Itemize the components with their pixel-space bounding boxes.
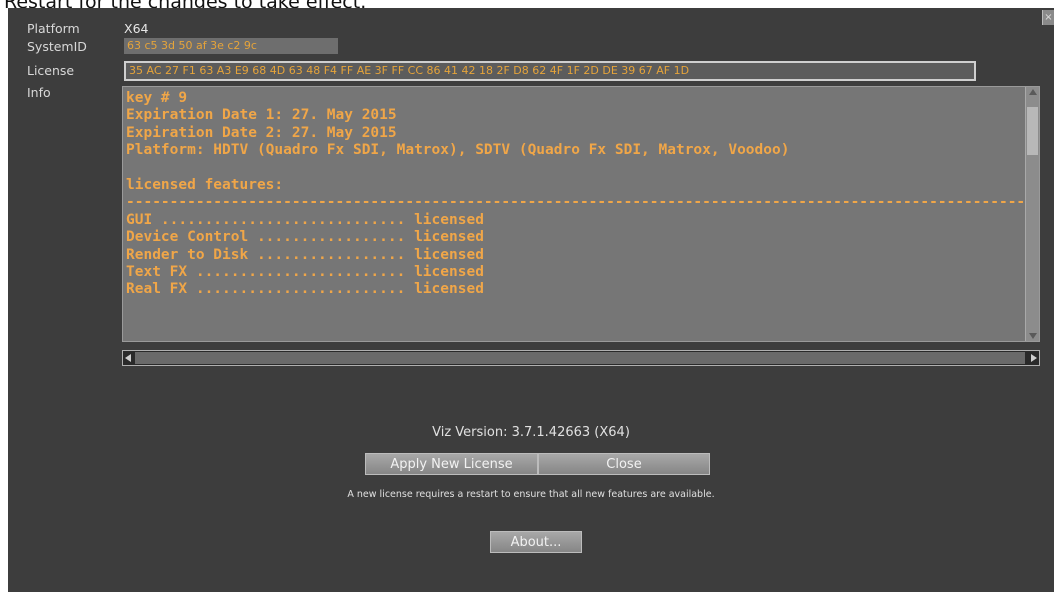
info-line: Device Control ................. license… — [126, 229, 484, 246]
scroll-right-icon[interactable] — [1031, 354, 1037, 362]
platform-label: Platform — [27, 21, 80, 36]
systemid-label: SystemID — [27, 39, 87, 54]
scroll-down-icon[interactable] — [1029, 333, 1037, 339]
license-input[interactable]: 35 AC 27 F1 63 A3 E9 68 4D 63 48 F4 FF A… — [124, 61, 976, 81]
info-line — [126, 160, 1025, 177]
platform-value: X64 — [124, 21, 149, 36]
scroll-left-icon[interactable] — [125, 354, 131, 362]
info-line: key # 9 — [126, 90, 188, 106]
scroll-up-icon[interactable] — [1029, 89, 1037, 95]
license-label: License — [27, 63, 75, 78]
info-line: licensed features: — [126, 177, 284, 194]
info-text: key # 9 Expiration Date 1: 27. May 2015 Ex… — [126, 90, 1040, 299]
restart-note: A new license requires a restart to ensu… — [347, 489, 715, 500]
apply-new-license-button[interactable]: Apply New License — [365, 453, 538, 475]
info-label: Info — [27, 85, 51, 100]
info-line: Text FX ........................ license… — [126, 264, 484, 281]
info-textarea[interactable]: key # 9 Expiration Date 1: 27. May 2015 Ex… — [122, 86, 1040, 342]
systemid-field[interactable]: 63 c5 3d 50 af 3e c2 9c — [124, 38, 338, 54]
license-dialog: × Platform X64 SystemID 63 c5 3d 50 af 3… — [8, 8, 1054, 592]
vertical-scrollbar[interactable] — [1025, 87, 1039, 341]
info-line: Expiration Date 1: 27. May 2015 — [126, 107, 397, 124]
info-line: GUI ............................ license… — [126, 211, 484, 228]
close-button[interactable]: Close — [538, 453, 710, 475]
info-line: Platform: HDTV (Quadro Fx SDI, Matrox), … — [126, 142, 790, 159]
info-line: Expiration Date 2: 27. May 2015 — [126, 124, 397, 141]
horizontal-scrollbar[interactable] — [122, 350, 1040, 366]
info-line: Real FX ........................ license… — [126, 281, 484, 298]
horizontal-scroll-thumb[interactable] — [135, 352, 1025, 364]
info-line: Render to Disk ................. license… — [126, 246, 484, 263]
info-line: ----------------------------------------… — [126, 194, 1040, 211]
vertical-scroll-thumb[interactable] — [1027, 107, 1038, 155]
viz-version: Viz Version: 3.7.1.42663 (X64) — [432, 425, 630, 440]
close-icon[interactable]: × — [1042, 10, 1054, 25]
about-button[interactable]: About... — [490, 531, 582, 553]
